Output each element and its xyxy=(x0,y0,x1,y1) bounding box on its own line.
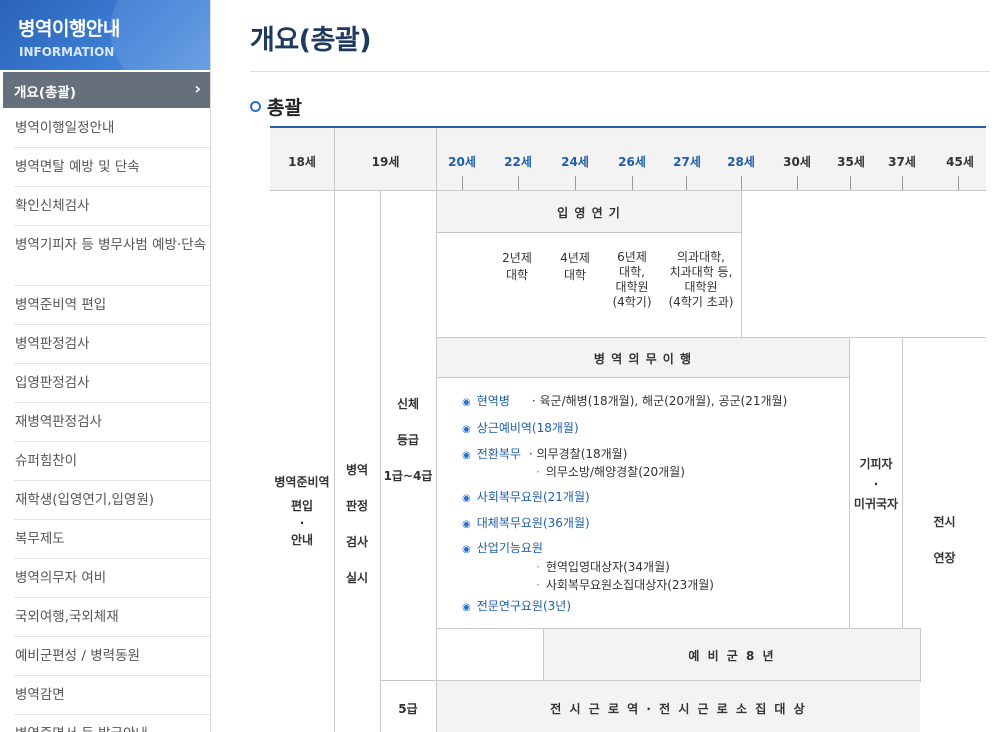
wartime-extension-label: 전시 연장 xyxy=(933,515,956,565)
duty-item-conversion: ◉ 전환복무 · 의무경찰(18개월) xyxy=(462,447,628,461)
age-label: 20세 xyxy=(448,155,476,169)
age-label: 22세 xyxy=(504,155,532,169)
duty-title: 병 역 의 무 이 행 xyxy=(593,352,693,366)
sidebar-item-re-exam[interactable]: 재병역판정검사 xyxy=(14,403,210,442)
age-label: 26세 xyxy=(618,155,646,169)
sidebar-item-service-system[interactable]: 복무제도 xyxy=(14,520,210,559)
section-title: 총괄 xyxy=(267,97,302,119)
circle-arrow-icon: ◉ xyxy=(462,544,471,555)
circle-arrow-icon: ◉ xyxy=(462,519,471,530)
age-label: 24세 xyxy=(561,155,589,169)
sidebar-subtitle: INFORMATION xyxy=(19,45,115,59)
decision-exam-label: 병역 판정 검사 실시 xyxy=(345,463,369,585)
sidebar-item-reserve-forces[interactable]: 예비군편성 / 병력동원 xyxy=(14,637,210,676)
circle-arrow-icon: ◉ xyxy=(462,493,471,504)
sidebar: 병역이행안내 INFORMATION 개요(총괄) › 병역이행일정안내 병역면… xyxy=(0,0,211,732)
duty-sub-item: · 사회복무요원소집대상자(23개월) xyxy=(536,578,714,592)
duty-item-active: ◉ 현역병 · 육군/해병(18개월), 해군(20개월), 공군(21개월) xyxy=(462,394,788,408)
sidebar-item-offender-prevention[interactable]: 병역기피자 등 병무사범 예방·단속 xyxy=(14,226,210,286)
circle-arrow-icon: ◉ xyxy=(462,424,471,435)
sidebar-header: 병역이행안내 INFORMATION xyxy=(0,0,210,70)
sidebar-item-super[interactable]: 슈퍼힘찬이 xyxy=(14,442,210,481)
sidebar-item-students[interactable]: 재학생(입영연기,입영원) xyxy=(14,481,210,520)
divider xyxy=(250,71,990,72)
sidebar-item-overseas[interactable]: 국외여행,국외체재 xyxy=(14,598,210,637)
duty-item-industrial: ◉ 산업기능요원 xyxy=(462,541,543,555)
sidebar-item-label: 개요(총괄) xyxy=(14,85,77,101)
wartime-labor-label: 전 시 근 로 역 · 전 시 근 로 소 집 대 상 xyxy=(550,702,807,716)
enlist-delay-note: 2년제 대학 xyxy=(502,251,532,282)
enlist-delay-title: 입 영 연 기 xyxy=(557,206,621,220)
evaders-label: 기피자 · 미귀국자 xyxy=(853,457,899,511)
circle-arrow-icon: ◉ xyxy=(462,602,471,613)
sidebar-item-certificate[interactable]: 병역증명서 등 발급안내 xyxy=(14,715,210,732)
age-label: 28세 xyxy=(727,155,755,169)
duty-sub-item: · 의무소방/해양경찰(20개월) xyxy=(536,465,685,479)
chevron-right-icon: › xyxy=(194,79,201,98)
enlist-delay-note: 6년제 대학, 대학원 (4학기) xyxy=(612,250,652,309)
duty-sub-item: · 현역입영대상자(34개월) xyxy=(536,560,670,574)
sidebar-item-exemption[interactable]: 병역감면 xyxy=(14,676,210,715)
enlist-delay-note: 4년제 대학 xyxy=(560,251,590,282)
sidebar-title: 병역이행안내 xyxy=(18,18,120,40)
duty-item-reserve: ◉ 상근예비역(18개월) xyxy=(462,421,579,435)
age-label: 19세 xyxy=(371,155,400,169)
age-label: 30세 xyxy=(783,155,811,169)
military-service-overview-diagram: 18세 19세 20세 22세 24세 26세 27세 28세 30세 35세 … xyxy=(270,128,986,732)
circle-arrow-icon: ◉ xyxy=(462,450,471,461)
duty-item-research: ◉ 전문연구요원(3년) xyxy=(462,599,572,613)
circle-arrow-icon: ◉ xyxy=(462,397,471,408)
circle-bullet-icon xyxy=(250,101,261,112)
grade5-label: 5급 xyxy=(398,702,418,716)
sidebar-item-schedule[interactable]: 병역이행일정안내 xyxy=(14,109,210,148)
sidebar-item-overview[interactable]: 개요(총괄) › xyxy=(3,72,210,108)
sidebar-item-confirm-exam[interactable]: 확인신체검사 xyxy=(14,187,210,226)
age-label: 35세 xyxy=(837,155,865,169)
age-label: 37세 xyxy=(888,155,916,169)
sidebar-item-decision-exam[interactable]: 병역판정검사 xyxy=(14,325,210,364)
sidebar-item-reserve-entry[interactable]: 병역준비역 편입 xyxy=(14,286,210,325)
reserve-forces-label: 예 비 군 8 년 xyxy=(688,649,776,663)
age-label: 45세 xyxy=(946,155,974,169)
sidebar-item-enlist-exam[interactable]: 입영판정검사 xyxy=(14,364,210,403)
sidebar-item-evasion-prevention[interactable]: 병역면탈 예방 및 단속 xyxy=(14,148,210,187)
duty-item-alternative: ◉ 대체복무요원(36개월) xyxy=(462,516,590,530)
sidebar-item-travel-expense[interactable]: 병역의무자 여비 xyxy=(14,559,210,598)
age-label: 27세 xyxy=(673,155,701,169)
page-title: 개요(총괄) xyxy=(250,25,372,56)
reserve-entry-label: 병역준비역 편입 · 안내 xyxy=(274,475,330,547)
duty-item-social: ◉ 사회복무요원(21개월) xyxy=(462,490,590,504)
enlist-delay-note: 의과대학, 치과대학 등, 대학원 (4학기 초과) xyxy=(668,250,734,309)
physical-grade-label: 신체 등급 1급~4급 xyxy=(383,397,433,483)
age-label: 18세 xyxy=(288,155,316,169)
